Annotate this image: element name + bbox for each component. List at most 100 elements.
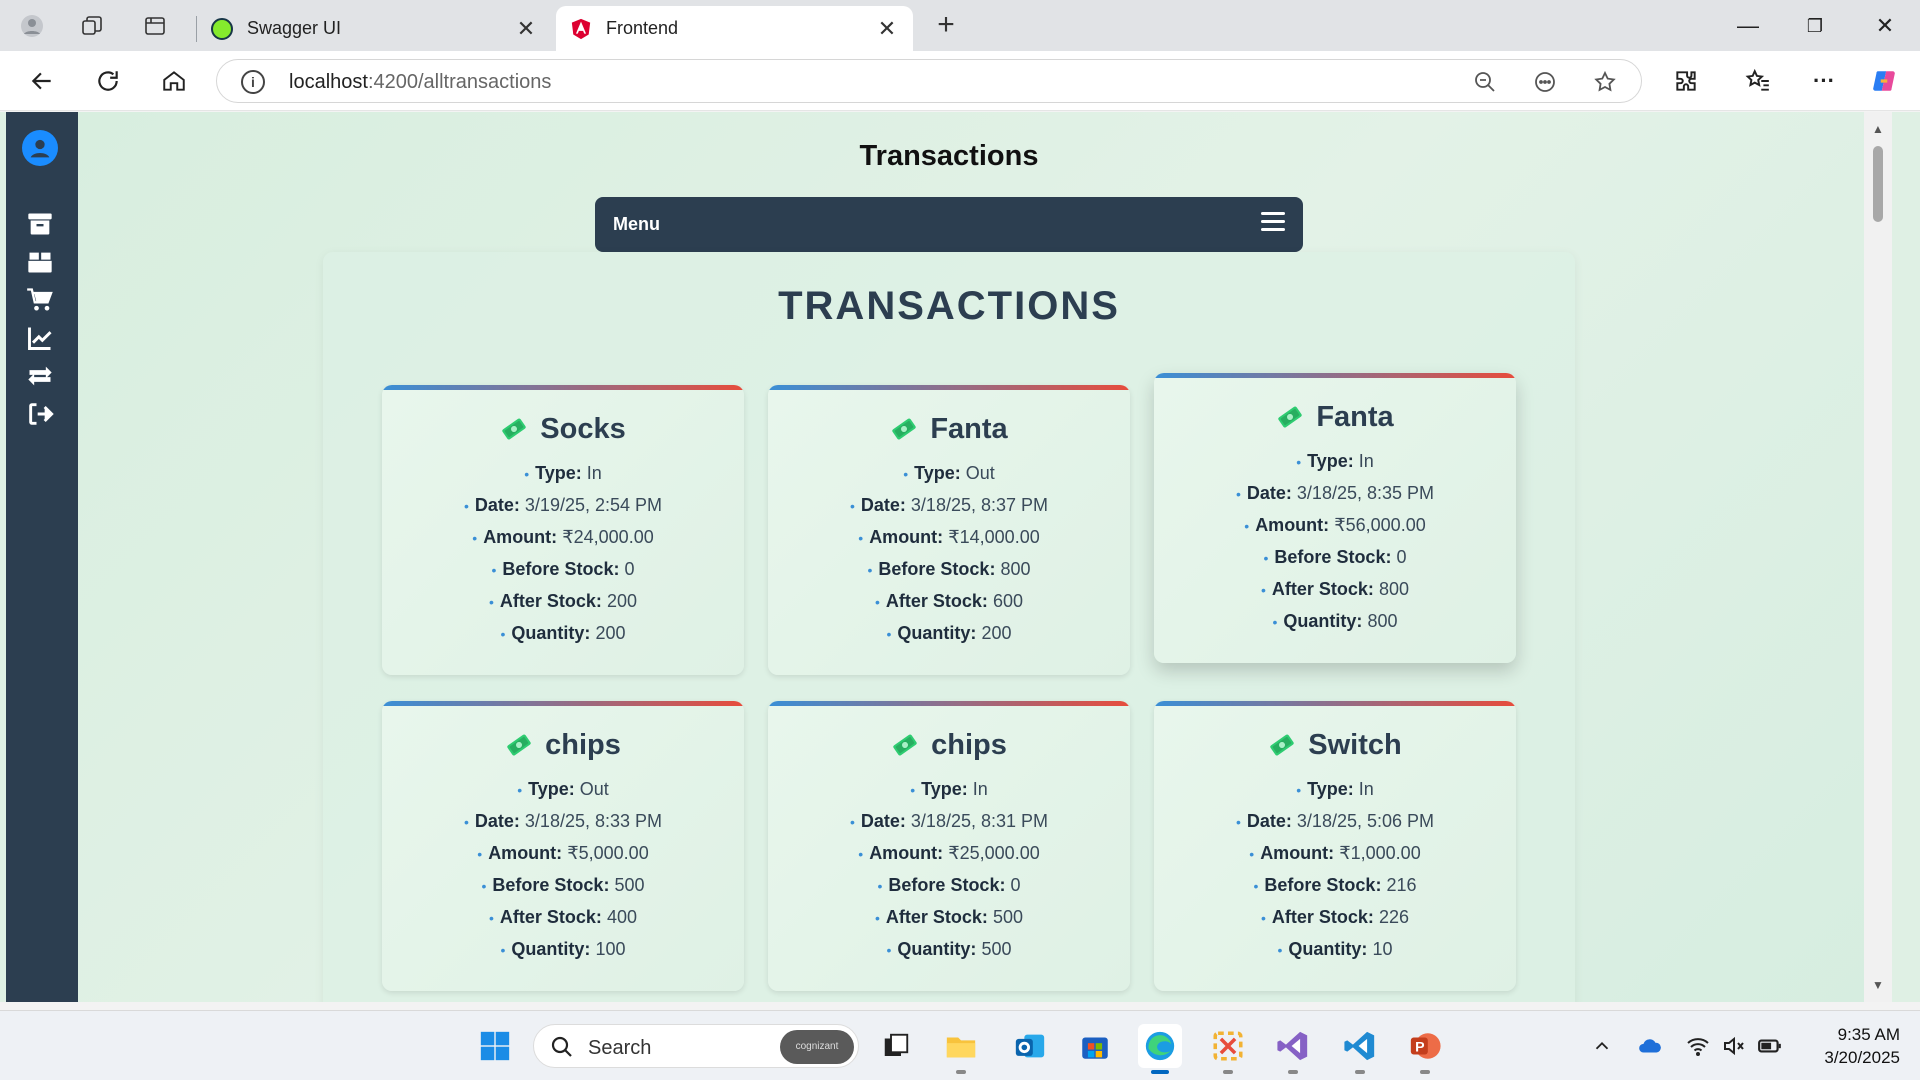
field-label: Amount: xyxy=(1255,515,1330,535)
edge-browser-icon[interactable] xyxy=(1138,1024,1182,1074)
card-fields: • Type: In • Date: 3/18/25, 5:06 PM • Amount:… xyxy=(1154,779,1516,971)
task-view-icon[interactable] xyxy=(874,1024,918,1068)
close-window-button[interactable]: ✕ xyxy=(1867,8,1903,44)
bullet-icon: • xyxy=(858,530,864,546)
home-icon[interactable] xyxy=(156,63,192,99)
favorite-star-icon[interactable] xyxy=(1591,68,1619,96)
product-name: Fanta xyxy=(1316,401,1394,433)
field-label: Quantity: xyxy=(511,939,591,959)
svg-text:P: P xyxy=(1415,1040,1424,1056)
transaction-card[interactable]: Socks • Type: In • Date: 3/19/25, 2:54 PM • Am… xyxy=(382,385,744,675)
exchange-icon[interactable] xyxy=(22,360,58,392)
tab-frontend[interactable]: Frontend ✕ xyxy=(556,6,913,51)
volume-muted-icon[interactable] xyxy=(1720,1032,1748,1060)
scroll-thumb[interactable] xyxy=(1873,146,1883,222)
bullet-icon: • xyxy=(1235,486,1241,502)
url-text[interactable]: localhost:4200/alltransactions xyxy=(289,71,551,94)
outlook-icon[interactable] xyxy=(1008,1024,1052,1068)
field-label: Type: xyxy=(528,779,575,799)
reading-mode-icon[interactable] xyxy=(1531,68,1559,96)
url-bar[interactable]: i localhost:4200/alltransactions xyxy=(216,59,1642,103)
tab-swagger[interactable]: Swagger UI ✕ xyxy=(197,6,552,51)
field-value: ₹25,000.00 xyxy=(948,843,1040,863)
page-scrollbar[interactable]: ▲ ▼ xyxy=(1864,112,1892,1002)
cart-icon[interactable] xyxy=(22,284,58,316)
archive-icon[interactable] xyxy=(22,208,58,240)
transaction-card[interactable]: Fanta • Type: Out • Date: 3/18/25, 8:37 PM • A… xyxy=(768,385,1130,675)
field-qty: • Quantity: 100 xyxy=(382,939,744,971)
close-icon[interactable]: ✕ xyxy=(514,16,538,42)
transaction-card[interactable]: chips • Type: In • Date: 3/18/25, 8:31 PM • Am… xyxy=(768,701,1130,991)
field-value: 3/18/25, 5:06 PM xyxy=(1296,811,1435,831)
restore-button[interactable]: ❐ xyxy=(1797,8,1833,44)
snipping-tool-icon[interactable] xyxy=(1206,1024,1250,1074)
field-date: • Date: 3/18/25, 5:06 PM xyxy=(1154,811,1516,843)
scroll-down-arrow-icon[interactable]: ▼ xyxy=(1872,978,1884,992)
field-date: • Date: 3/18/25, 8:31 PM xyxy=(768,811,1130,843)
field-label: Before Stock: xyxy=(888,875,1006,895)
field-amount: • Amount: ₹14,000.00 xyxy=(768,527,1130,559)
microsoft-store-icon[interactable] xyxy=(1073,1024,1117,1068)
more-options-icon[interactable]: ··· xyxy=(1806,63,1842,99)
transaction-card[interactable]: chips • Type: Out • Date: 3/18/25, 8:33 PM • A… xyxy=(382,701,744,991)
field-after: • After Stock: 500 xyxy=(768,907,1130,939)
field-value: 10 xyxy=(1372,939,1393,959)
swagger-favicon-icon xyxy=(211,17,233,40)
field-value: 800 xyxy=(1000,559,1031,579)
field-before: • Before Stock: 500 xyxy=(382,875,744,907)
field-value: Out xyxy=(579,779,609,799)
field-date: • Date: 3/18/25, 8:33 PM xyxy=(382,811,744,843)
extensions-icon[interactable] xyxy=(1668,63,1704,99)
windows-taskbar: Search cognizant P 9:35 AM 3/20/2025 xyxy=(0,1010,1920,1080)
wifi-icon[interactable] xyxy=(1684,1032,1712,1060)
zoom-out-icon[interactable] xyxy=(1471,68,1499,96)
bullet-icon: • xyxy=(517,782,523,798)
card-fields: • Type: In • Date: 3/18/25, 8:35 PM • Amount:… xyxy=(1154,451,1516,643)
box-icon[interactable] xyxy=(22,246,58,278)
taskbar-search-box[interactable]: Search cognizant xyxy=(533,1024,859,1068)
vscode-icon[interactable] xyxy=(1338,1024,1382,1074)
chart-line-icon[interactable] xyxy=(22,322,58,354)
logout-icon[interactable] xyxy=(22,398,58,430)
field-value: 500 xyxy=(981,939,1012,959)
onedrive-icon[interactable] xyxy=(1636,1032,1664,1060)
windows-start-icon[interactable] xyxy=(473,1024,517,1068)
card-fields: • Type: In • Date: 3/19/25, 2:54 PM • Amount:… xyxy=(382,463,744,655)
user-avatar-icon[interactable] xyxy=(22,130,58,166)
powerpoint-icon[interactable]: P xyxy=(1403,1024,1447,1074)
system-clock[interactable]: 9:35 AM 3/20/2025 xyxy=(1800,1023,1900,1069)
close-icon[interactable]: ✕ xyxy=(875,16,899,42)
battery-icon[interactable] xyxy=(1756,1032,1784,1060)
tab-actions-icon[interactable] xyxy=(137,8,173,44)
chevron-up-icon[interactable] xyxy=(1588,1032,1616,1060)
hamburger-icon[interactable] xyxy=(1261,212,1285,232)
new-tab-button[interactable]: + xyxy=(928,8,964,44)
visual-studio-icon[interactable] xyxy=(1271,1024,1315,1074)
back-icon[interactable] xyxy=(24,63,60,99)
menu-bar[interactable]: Menu xyxy=(595,197,1303,252)
workspaces-icon[interactable] xyxy=(74,8,110,44)
copilot-icon[interactable] xyxy=(1866,63,1902,99)
product-name: chips xyxy=(545,729,621,761)
money-icon xyxy=(1270,734,1294,756)
bullet-icon: • xyxy=(849,814,855,830)
scroll-up-arrow-icon[interactable]: ▲ xyxy=(1872,122,1884,136)
site-info-icon[interactable]: i xyxy=(241,70,265,94)
field-before: • Before Stock: 0 xyxy=(768,875,1130,907)
profile-icon[interactable] xyxy=(14,8,50,44)
minimize-button[interactable]: — xyxy=(1730,8,1766,44)
field-label: After Stock: xyxy=(885,907,988,927)
field-type: • Type: In xyxy=(382,463,744,495)
bullet-icon: • xyxy=(491,562,497,578)
field-value: In xyxy=(1358,779,1374,799)
bullet-icon: • xyxy=(1261,582,1266,598)
field-value: 800 xyxy=(1367,611,1398,631)
refresh-icon[interactable] xyxy=(90,63,126,99)
field-value: 3/18/25, 8:31 PM xyxy=(910,811,1049,831)
file-explorer-icon[interactable] xyxy=(939,1024,983,1074)
field-label: Amount: xyxy=(869,527,944,547)
transaction-card[interactable]: Fanta • Type: In • Date: 3/18/25, 8:35 PM • Am… xyxy=(1154,373,1516,663)
favorites-icon[interactable] xyxy=(1740,63,1776,99)
transaction-card[interactable]: Switch • Type: In • Date: 3/18/25, 5:06 PM • A… xyxy=(1154,701,1516,991)
card-accent-bar xyxy=(1154,373,1516,378)
